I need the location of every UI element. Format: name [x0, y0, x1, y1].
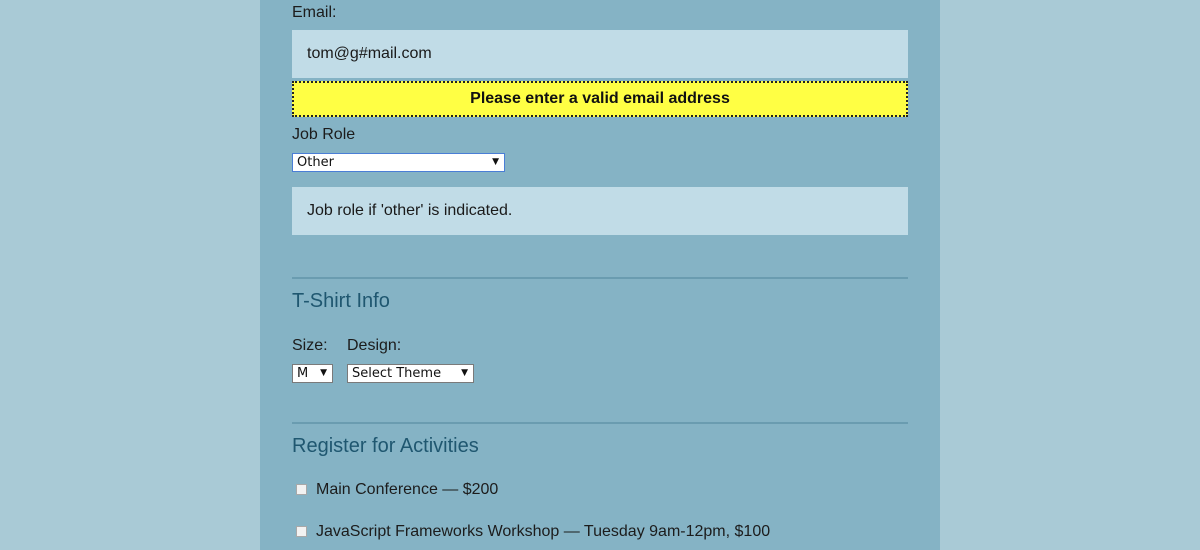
job-role-selected-value: Other: [297, 155, 334, 170]
job-role-select[interactable]: Other ▼: [292, 153, 505, 172]
chevron-down-icon: ▼: [492, 157, 499, 167]
email-field[interactable]: tom@g#mail.com: [292, 30, 908, 78]
activity-checkbox-js-frameworks[interactable]: [296, 526, 307, 537]
design-select[interactable]: Select Theme ▼: [347, 364, 474, 383]
other-job-role-field[interactable]: Job role if 'other' is indicated.: [292, 187, 908, 235]
design-selected-value: Select Theme: [352, 366, 442, 381]
activities-section-title: Register for Activities: [292, 435, 479, 457]
other-job-role-placeholder: Job role if 'other' is indicated.: [307, 202, 513, 219]
email-error-message: Please enter a valid email address: [292, 81, 908, 117]
form-panel: Email: tom@g#mail.com Please enter a val…: [260, 0, 940, 550]
activity-label-js-frameworks: JavaScript Frameworks Workshop — Tuesday…: [316, 523, 771, 540]
chevron-down-icon: ▼: [320, 368, 327, 378]
size-label: Size:: [292, 337, 328, 354]
activity-checkbox-main-conference[interactable]: [296, 484, 307, 495]
section-divider: [292, 422, 908, 424]
job-role-label: Job Role: [292, 126, 356, 143]
size-selected-value: M: [297, 366, 309, 381]
section-divider: [292, 277, 908, 279]
activity-label-main-conference: Main Conference — $200: [316, 481, 499, 498]
chevron-down-icon: ▼: [461, 368, 468, 378]
email-label: Email:: [292, 4, 337, 21]
design-label: Design:: [347, 337, 402, 354]
size-select[interactable]: M ▼: [292, 364, 333, 383]
tshirt-section-title: T-Shirt Info: [292, 290, 390, 312]
